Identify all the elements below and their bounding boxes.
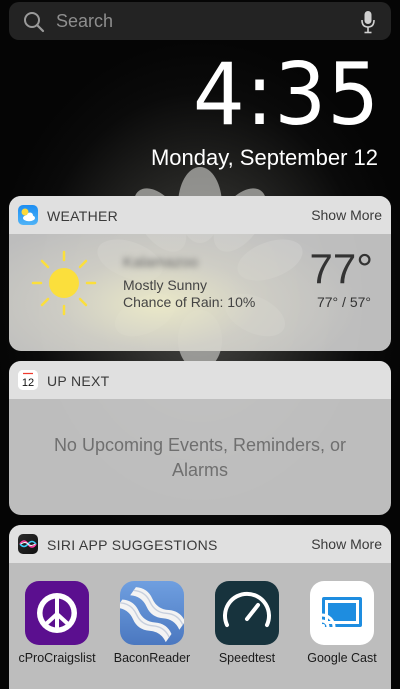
weather-condition: Mostly Sunny [123,277,208,293]
weather-location: Kalamazoo [123,254,199,271]
search-icon [24,12,45,33]
speedometer-icon[interactable] [215,581,279,645]
up-next-widget-title: UP NEXT [47,373,110,389]
siri-widget-header: SIRI APP SUGGESTIONS Show More [9,525,391,563]
up-next-empty-message: No Upcoming Events, Reminders, or Alarms [53,435,347,480]
weather-widget-title: WEATHER [47,208,119,224]
app-label: Speedtest [218,651,276,665]
sun-icon [31,250,97,316]
weather-app-icon [18,205,38,225]
search-input[interactable]: Search [56,11,113,32]
siri-icon [18,534,38,554]
search-bar[interactable]: Search [9,2,391,40]
up-next-widget[interactable]: 12 UP NEXT No Upcoming Events, Reminders… [9,361,391,515]
app-cprocraigslist[interactable]: cProCraigslist [12,581,102,665]
peace-sign-icon[interactable] [25,581,89,645]
app-baconreader[interactable]: BaconReader [107,581,197,665]
up-next-widget-header: 12 UP NEXT [9,361,391,399]
calendar-icon: 12 [18,370,38,390]
weather-rain-chance: Chance of Rain: 10% [123,294,256,310]
siri-app-list: cProCraigslist BaconReader Speedtest Goo… [9,569,391,689]
app-google-cast[interactable]: Google Cast [297,581,387,665]
calendar-day: 12 [22,377,34,389]
weather-show-more-button[interactable]: Show More [311,207,382,223]
app-label: BaconReader [113,651,191,665]
weather-widget[interactable]: WEATHER Show More Kalamazoo Mostly Sunny [9,196,391,351]
lock-date: Monday, September 12 [150,145,378,170]
today-view-screen: Search 4:35 Monday, September 12 WEATHER… [0,0,400,689]
siri-show-more-button[interactable]: Show More [311,536,382,552]
bacon-icon[interactable] [120,581,184,645]
lock-time: 4:35 [192,45,380,145]
weather-widget-header: WEATHER Show More [9,196,391,234]
siri-suggestions-widget[interactable]: SIRI APP SUGGESTIONS Show More cProCraig… [9,525,391,689]
app-label: Google Cast [307,651,377,665]
weather-body: Kalamazoo Mostly Sunny Chance of Rain: 1… [9,234,391,351]
siri-widget-title: SIRI APP SUGGESTIONS [47,537,218,553]
microphone-icon[interactable] [361,10,375,34]
weather-temperature: 77° [309,245,373,292]
app-label: cProCraigslist [18,651,96,665]
cast-icon[interactable] [310,581,374,645]
weather-high-low: 77° / 57° [316,294,371,310]
app-speedtest[interactable]: Speedtest [202,581,292,665]
